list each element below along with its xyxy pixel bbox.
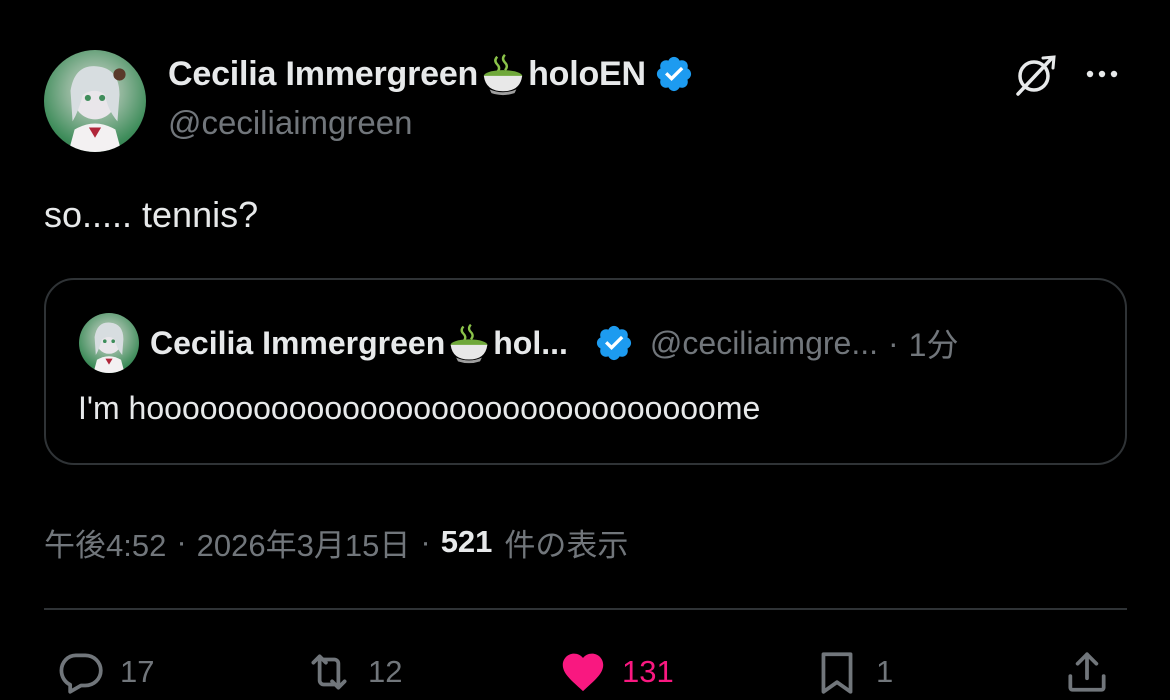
share-button[interactable] <box>1062 644 1112 700</box>
matcha-tea-emoji-icon <box>480 51 526 97</box>
tweet-date[interactable]: 2026年3月15日 <box>197 520 411 565</box>
author-name-row[interactable]: Cecilia Immergreen holoEN <box>168 50 694 98</box>
bookmark-icon <box>821 652 853 694</box>
verified-badge-icon <box>654 54 694 94</box>
quoted-tweet-text: I'm hoooooooooooooooooooooooooooooooome <box>78 390 761 426</box>
grok-icon[interactable] <box>1010 52 1058 100</box>
views-label[interactable]: 件の表示 <box>504 520 628 565</box>
author-display-name-part2: holoEN <box>528 54 646 93</box>
quoted-tweet[interactable]: Cecilia Immergreen hol... @ceciliaimgre.… <box>44 278 1127 465</box>
repost-count: 12 <box>368 654 403 689</box>
meta-separator: · <box>420 524 431 559</box>
tweet-meta: 午後4:52 · 2026年3月15日 · 521 件の表示 <box>44 520 628 564</box>
more-icon[interactable] <box>1082 60 1122 88</box>
matcha-tea-emoji-icon <box>447 321 491 365</box>
reply-count: 17 <box>120 654 155 689</box>
views-count[interactable]: 521 <box>441 524 493 560</box>
like-button[interactable]: 131 <box>558 644 674 700</box>
reply-icon <box>59 653 103 694</box>
tweet-detail: Cecilia Immergreen holoEN @ceciliaimgree… <box>0 0 1170 700</box>
repost-icon <box>311 654 347 690</box>
meta-separator: · <box>176 524 187 559</box>
tweet-time[interactable]: 午後4:52 <box>44 520 166 565</box>
quoted-handle: @ceciliaimgre... <box>649 324 878 361</box>
quoted-display-name-part1: Cecilia Immergreen <box>150 324 446 361</box>
repost-button[interactable]: 12 <box>304 644 402 700</box>
avatar-illustration-icon <box>68 66 126 152</box>
verified-badge-icon <box>594 323 634 363</box>
quoted-author-avatar <box>79 313 139 373</box>
bookmark-button[interactable]: 1 <box>812 644 893 700</box>
reply-button[interactable]: 17 <box>56 644 154 700</box>
quoted-separator: · <box>888 324 899 361</box>
author-avatar[interactable] <box>44 50 146 152</box>
author-display-name-part1: Cecilia Immergreen <box>168 54 479 93</box>
quoted-timestamp: 1分 <box>908 327 959 363</box>
quoted-header: Cecilia Immergreen hol... @ceciliaimgre.… <box>150 320 958 366</box>
tweet-text: so..... tennis? <box>44 194 259 235</box>
heart-icon <box>562 653 604 692</box>
quoted-display-name-part2: hol... <box>493 324 568 361</box>
share-icon <box>1068 652 1106 692</box>
author-handle[interactable]: @ceciliaimgreen <box>168 104 412 142</box>
divider <box>44 608 1127 610</box>
bookmark-count: 1 <box>876 654 894 689</box>
like-count: 131 <box>622 654 674 689</box>
